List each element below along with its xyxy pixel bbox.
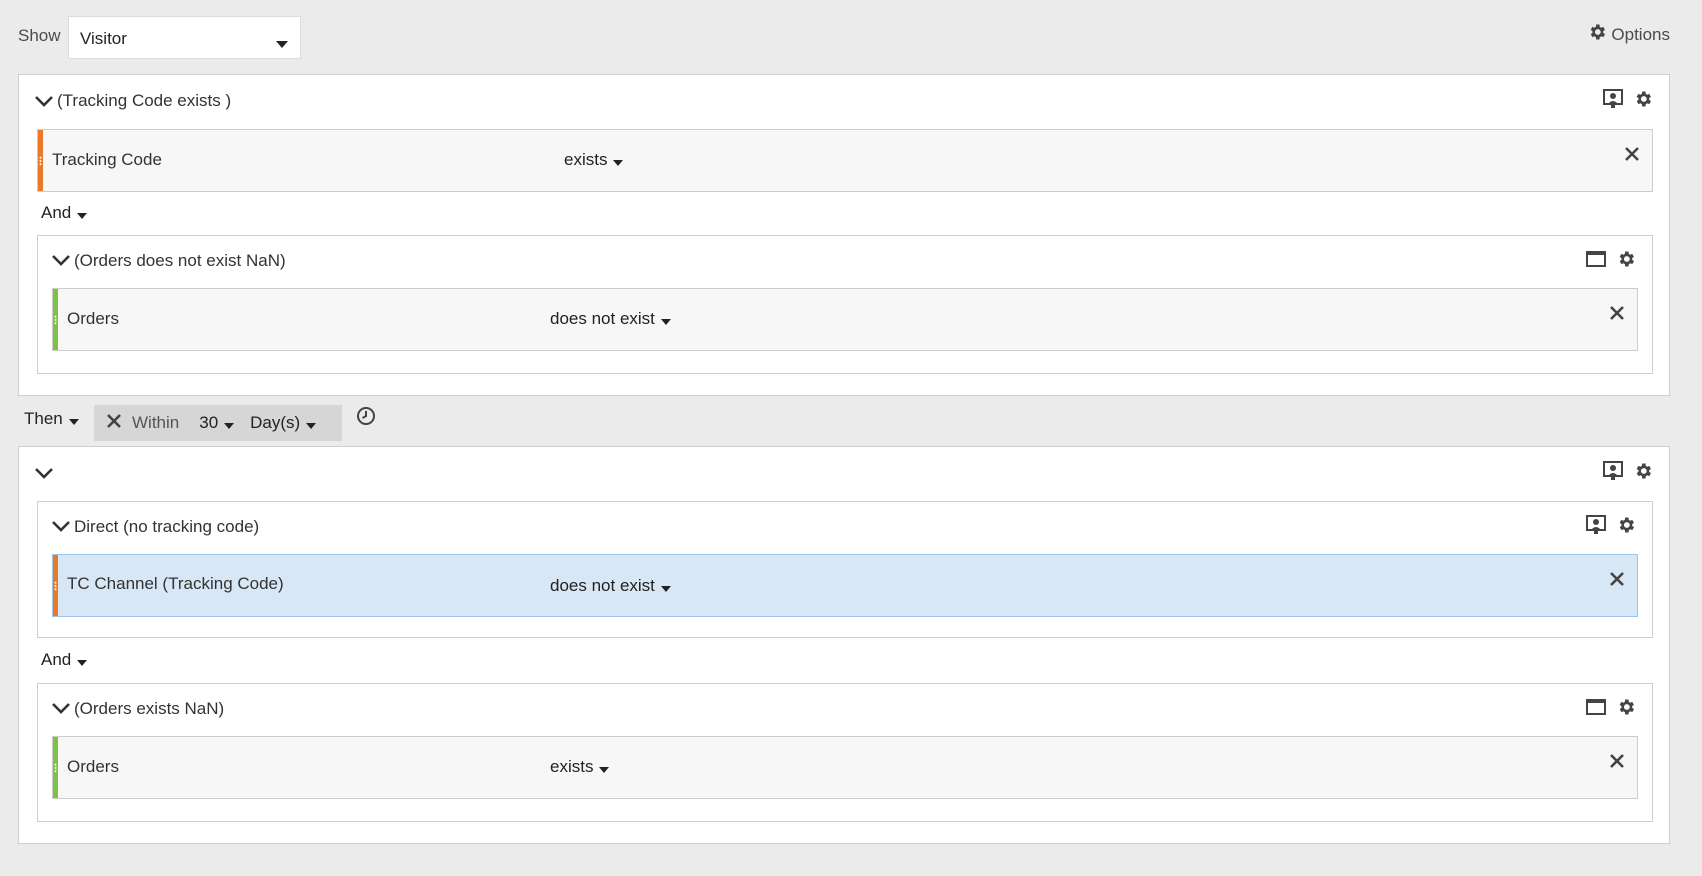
rule-operator-label: does not exist [550,576,655,595]
container-actions [1586,697,1636,722]
window-icon[interactable] [1586,250,1606,273]
within-restriction: Within 30 Day(s) [94,405,342,441]
container-actions [1603,89,1653,114]
container-header: (Tracking Code exists ) [19,75,1669,127]
rule-dimension: Tracking Code [52,150,162,169]
container-title: (Orders exists NaN) [74,699,225,718]
caret-down-icon [68,419,79,425]
within-label: Within [132,413,180,432]
rule-row[interactable]: Orders does not exist [52,288,1638,351]
drag-handle[interactable] [53,737,58,798]
caret-down-icon [660,586,671,592]
gear-icon [1587,22,1607,47]
close-icon[interactable] [1624,146,1640,167]
chevron-down-icon[interactable] [52,700,70,720]
visitor-scope-icon[interactable] [1603,89,1623,114]
visitor-scope-icon[interactable] [1603,461,1623,486]
close-icon[interactable] [1609,305,1625,326]
nested-container: (Orders does not exist NaN) Orders does … [37,235,1653,374]
within-unit-dropdown[interactable]: Day(s) [250,413,317,433]
rule-operator-label: exists [550,757,594,776]
caret-down-icon [599,767,610,773]
rule-row[interactable]: Tracking Code exists [37,129,1653,192]
caret-down-icon [224,423,235,429]
chevron-down-icon [276,34,288,54]
segment-container-1: (Tracking Code exists ) Tracking Code ex… [18,74,1670,396]
show-select[interactable]: Visitor [68,16,301,59]
container-header [19,447,1669,499]
container-header: Direct (no tracking code) [38,502,1652,554]
show-label: Show [18,26,61,45]
container-actions [1603,461,1653,486]
drag-handle[interactable] [53,555,58,616]
gear-icon[interactable] [1616,249,1636,274]
options-button[interactable]: Options [1587,22,1670,47]
chevron-down-icon[interactable] [52,518,70,538]
close-icon[interactable] [1609,753,1625,774]
drag-handle[interactable] [53,289,58,350]
logic-operator-dropdown[interactable]: And [41,650,88,670]
gear-icon[interactable] [1633,89,1653,114]
rule-operator-dropdown[interactable]: does not exist [550,309,671,329]
rule-operator-dropdown[interactable]: exists [550,757,610,777]
within-value-dropdown[interactable]: 30 [199,413,235,433]
rule-operator-label: exists [564,150,608,169]
window-icon[interactable] [1586,698,1606,721]
chevron-down-icon[interactable] [52,252,70,272]
chevron-down-icon[interactable] [35,465,53,485]
rule-operator-label: does not exist [550,309,655,328]
segment-container-2: Direct (no tracking code) TC Channel (Tr… [18,446,1670,844]
options-label: Options [1611,24,1670,44]
container-actions [1586,515,1636,540]
chevron-down-icon[interactable] [35,93,53,113]
nested-container-direct: Direct (no tracking code) TC Channel (Tr… [37,501,1653,638]
container-header: (Orders exists NaN) [38,684,1652,736]
rule-dimension: TC Channel (Tracking Code) [67,574,284,593]
within-value: 30 [199,413,219,432]
rule-dimension: Orders [67,309,119,328]
caret-down-icon [660,319,671,325]
gear-icon[interactable] [1616,515,1636,540]
caret-down-icon [306,423,317,429]
clock-icon[interactable] [356,406,376,431]
drag-handle[interactable] [38,130,43,191]
rule-operator-dropdown[interactable]: exists [564,150,624,170]
caret-down-icon [77,660,88,666]
container-title: Direct (no tracking code) [74,517,260,536]
close-icon[interactable] [106,413,122,434]
caret-down-icon [613,160,624,166]
logic-operator-label: And [41,203,72,222]
container-header: (Orders does not exist NaN) [38,236,1652,288]
within-unit: Day(s) [250,413,301,432]
close-icon[interactable] [1609,571,1625,592]
rule-dimension: Orders [67,757,119,776]
rule-row-selected[interactable]: TC Channel (Tracking Code) does not exis… [52,554,1638,617]
container-actions [1586,249,1636,274]
show-select-value: Visitor [80,29,127,48]
rule-row[interactable]: Orders exists [52,736,1638,799]
then-dropdown[interactable]: Then [24,409,79,429]
rule-operator-dropdown[interactable]: does not exist [550,576,671,596]
container-title: (Tracking Code exists ) [57,91,232,110]
logic-operator-dropdown[interactable]: And [41,203,88,223]
container-title: (Orders does not exist NaN) [74,251,286,270]
then-label: Then [24,409,63,428]
segment-builder: Show Visitor Options (Tracking Code exis… [0,0,1702,876]
gear-icon[interactable] [1616,697,1636,722]
nested-container-orders: (Orders exists NaN) Orders exists [37,683,1653,822]
logic-operator-label: And [41,650,72,669]
gear-icon[interactable] [1633,461,1653,486]
visitor-scope-icon[interactable] [1586,515,1606,540]
segment-toolbar: Show Visitor Options [0,0,1702,72]
caret-down-icon [77,213,88,219]
